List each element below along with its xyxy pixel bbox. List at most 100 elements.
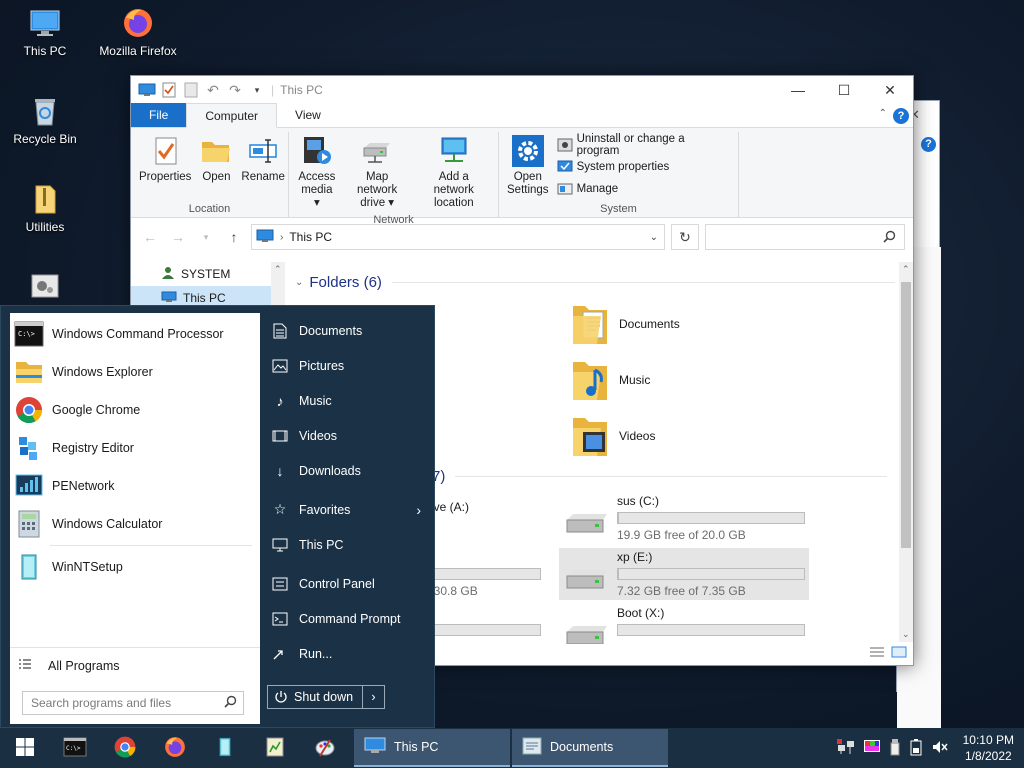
video-icon <box>271 427 289 445</box>
map-network-drive-button[interactable]: Map network drive ▾ <box>341 132 414 212</box>
tab-file[interactable]: File <box>131 103 187 127</box>
folder-music[interactable]: Music <box>571 358 650 402</box>
desktop-icon-utilities[interactable]: Utilities <box>0 182 90 234</box>
taskbar-pin-notepad[interactable] <box>250 728 300 768</box>
open-settings-button[interactable]: Open Settings <box>503 132 553 201</box>
properties-check-icon[interactable] <box>159 81 179 99</box>
drive-f[interactable] <box>427 604 547 644</box>
place-this-pc[interactable]: This PC <box>263 527 433 562</box>
start-button[interactable] <box>0 728 50 768</box>
place-control-panel[interactable]: Control Panel <box>263 566 433 601</box>
tab-computer[interactable]: Computer <box>186 103 278 128</box>
drive-a[interactable]: rive (A:) <box>427 492 547 544</box>
new-folder-icon[interactable] <box>181 81 201 99</box>
place-documents[interactable]: Documents <box>263 313 433 348</box>
recent-chevron-icon[interactable]: ▾ <box>195 226 217 248</box>
network-tray-icon[interactable] <box>836 738 855 758</box>
shutdown-button[interactable]: Shut down › <box>267 685 385 709</box>
desktop-icon-this-pc[interactable]: This PC <box>0 6 90 58</box>
taskbar-pin-paint[interactable] <box>300 728 350 768</box>
folders-section-header[interactable]: ⌄ Folders (6) <box>295 274 895 291</box>
folder-videos[interactable]: Videos <box>571 414 655 458</box>
system-properties-button[interactable]: System properties <box>553 156 734 178</box>
place-favorites[interactable]: ☆ Favorites › <box>263 492 433 527</box>
all-programs-button[interactable]: All Programs <box>10 647 260 683</box>
drive-e[interactable]: xp (E:) 7.32 GB free of 7.35 GB <box>559 548 809 600</box>
taskbar-pin-cmd[interactable]: C:\> <box>50 728 100 768</box>
undo-icon[interactable]: ↶ <box>203 81 223 99</box>
taskbar-window-documents[interactable]: Documents <box>512 729 668 767</box>
large-icons-view-icon[interactable] <box>891 646 907 661</box>
program-item-chrome[interactable]: Google Chrome <box>10 391 260 429</box>
devices-section-header[interactable]: (7) <box>427 468 887 485</box>
program-item-winntsetup[interactable]: WinNTSetup <box>10 548 260 586</box>
battery-tray-icon[interactable] <box>909 738 923 759</box>
desktop-icon-recycle-bin[interactable]: Recycle Bin <box>0 94 90 146</box>
clock[interactable]: 10:10 PM 1/8/2022 <box>963 732 1014 764</box>
maximize-button[interactable]: ☐ <box>821 76 867 104</box>
place-pictures[interactable]: Pictures <box>263 348 433 383</box>
manage-button[interactable]: Manage <box>553 178 734 200</box>
details-view-icon[interactable] <box>869 646 885 661</box>
help-icon[interactable]: ? <box>921 137 936 152</box>
nav-item-system[interactable]: SYSTEM <box>131 262 285 286</box>
place-run[interactable]: Run... <box>263 636 433 671</box>
program-item-explorer[interactable]: Windows Explorer <box>10 353 260 391</box>
up-arrow-icon[interactable]: ↑ <box>223 226 245 248</box>
minimize-button[interactable]: — <box>775 76 821 104</box>
gear-icon <box>511 134 545 168</box>
chevron-down-icon[interactable]: ⌄ <box>644 232 664 243</box>
breadcrumb[interactable]: This PC <box>289 230 332 244</box>
tab-view[interactable]: View <box>277 103 339 127</box>
drive-usage-bar <box>429 568 541 580</box>
back-arrow-icon[interactable]: ← <box>139 226 161 248</box>
open-button[interactable]: Open <box>195 132 237 201</box>
drive-d[interactable]: f 30.8 GB <box>427 548 547 600</box>
help-icon[interactable]: ? <box>893 108 909 124</box>
properties-button[interactable]: Properties <box>135 132 195 201</box>
taskbar-pin-winntsetup[interactable] <box>200 728 250 768</box>
place-command-prompt[interactable]: Command Prompt <box>263 601 433 636</box>
uninstall-program-button[interactable]: Uninstall or change a program <box>553 133 734 157</box>
svg-text:C:\>: C:\> <box>66 745 81 752</box>
program-item-cmd[interactable]: C:\> Windows Command Processor <box>10 315 260 353</box>
place-downloads[interactable]: ↓ Downloads <box>263 453 433 488</box>
search-input[interactable] <box>705 224 905 250</box>
usb-drive-tray-icon[interactable] <box>889 738 901 759</box>
refresh-button[interactable]: ↻ <box>671 224 699 250</box>
program-item-penetwork[interactable]: PENetwork <box>10 467 260 505</box>
title-bar[interactable]: ↶ ↷ ▾ | This PC — ☐ ✕ <box>131 76 913 104</box>
rename-button[interactable]: Rename <box>237 132 288 201</box>
drive-x[interactable]: Boot (X:) <box>559 604 809 644</box>
breadcrumb-separator-icon[interactable]: › <box>280 232 283 243</box>
scroll-up-icon[interactable]: ⌃ <box>902 264 910 275</box>
program-item-regedit[interactable]: Registry Editor <box>10 429 260 467</box>
collapse-ribbon-icon[interactable]: ⌃ <box>879 108 887 119</box>
drive-c[interactable]: sus (C:) 19.9 GB free of 20.0 GB <box>559 492 809 544</box>
folder-documents[interactable]: Documents <box>571 302 680 346</box>
taskbar-pin-firefox[interactable] <box>150 728 200 768</box>
scroll-up-icon[interactable]: ⌃ <box>274 264 282 275</box>
shutdown-options-chevron-icon[interactable]: › <box>362 686 384 708</box>
start-search-input[interactable]: Search programs and files <box>22 691 244 715</box>
redo-icon[interactable]: ↷ <box>225 81 245 99</box>
chevron-down-icon[interactable]: ▾ <box>247 81 267 99</box>
documents-window-icon <box>522 737 542 758</box>
scroll-down-icon[interactable]: ⌄ <box>902 629 910 640</box>
desktop-icon-firefox[interactable]: Mozilla Firefox <box>93 6 183 58</box>
taskbar-window-this-pc[interactable]: This PC <box>354 729 510 767</box>
place-videos[interactable]: Videos <box>263 418 433 453</box>
content-scrollbar[interactable]: ⌃ ⌄ <box>899 262 913 642</box>
close-button[interactable]: ✕ <box>867 76 913 104</box>
forward-arrow-icon[interactable]: → <box>167 226 189 248</box>
color-display-tray-icon[interactable] <box>863 739 881 758</box>
volume-muted-icon[interactable] <box>931 739 949 758</box>
add-network-location-button[interactable]: Add a network location <box>414 132 494 212</box>
access-media-button[interactable]: Access media ▾ <box>293 132 341 212</box>
address-bar[interactable]: › This PC ⌄ <box>251 224 665 250</box>
scrollbar-thumb[interactable] <box>901 282 911 548</box>
place-music[interactable]: ♪ Music <box>263 383 433 418</box>
program-item-calculator[interactable]: Windows Calculator <box>10 505 260 543</box>
taskbar-pin-chrome[interactable] <box>100 728 150 768</box>
desktop-icon-settings[interactable] <box>0 270 90 308</box>
